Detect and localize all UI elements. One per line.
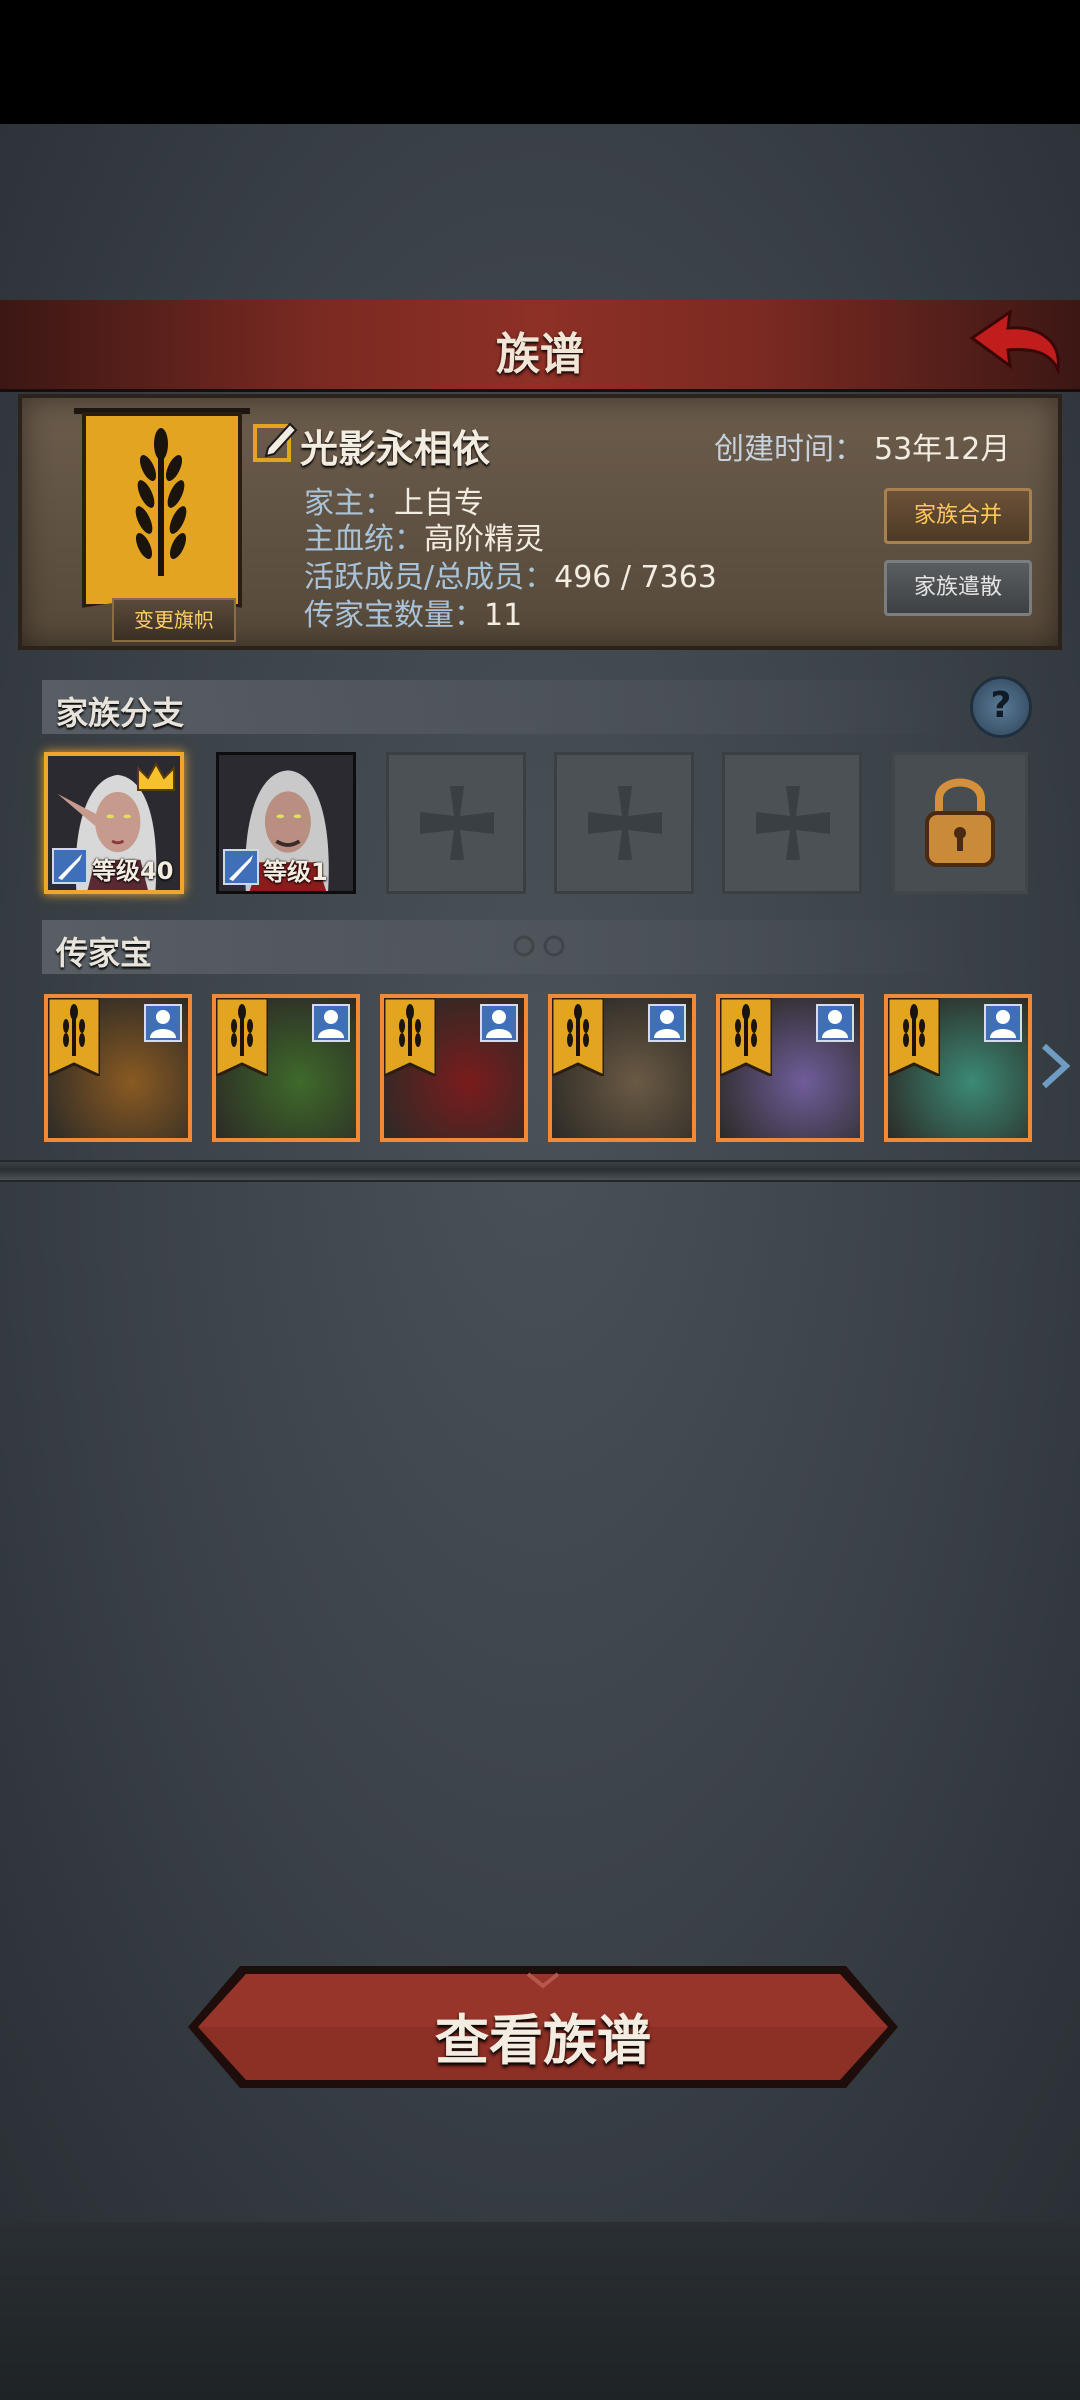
disband-family-button[interactable]: 家族遣散 (884, 560, 1032, 616)
info-row-heirlooms: 传家宝数量：11 (304, 590, 522, 634)
cross-icon (420, 786, 494, 860)
branches-title: 家族分支 (56, 694, 185, 732)
created-time-value: 53年12月 (874, 432, 1011, 467)
heirloom-slot[interactable] (716, 994, 864, 1142)
family-banner[interactable] (82, 412, 242, 608)
bottom-band (0, 2222, 1080, 2400)
banner-icon (48, 998, 100, 1076)
page-title: 族谱 (496, 329, 584, 380)
chevron-right-icon[interactable] (1040, 1042, 1070, 1090)
heirlooms-title: 传家宝 (56, 934, 153, 972)
edit-name-icon[interactable] (252, 418, 298, 464)
sword-icon (223, 849, 259, 885)
banner-icon (720, 998, 772, 1076)
level-label: 等级40 (92, 857, 174, 885)
family-name: 光影永相依 (300, 427, 491, 471)
banner-icon (216, 998, 268, 1076)
person-icon (312, 1004, 350, 1042)
crown-icon (137, 762, 175, 791)
change-banner-button[interactable]: 变更旗帜 (112, 598, 236, 642)
created-time-label: 创建时间： (714, 432, 864, 467)
empty-branch-slot[interactable] (386, 752, 526, 894)
cross-icon (588, 786, 662, 860)
heirloom-slot[interactable] (380, 994, 528, 1142)
heirloom-slot[interactable] (44, 994, 192, 1142)
heirloom-slot[interactable] (212, 994, 360, 1142)
branch-member-slot[interactable]: 等级40 (44, 752, 184, 894)
info-value: 11 (484, 598, 523, 633)
person-icon (480, 1004, 518, 1042)
person-icon (816, 1004, 854, 1042)
heirloom-slot[interactable] (884, 994, 1032, 1142)
wheat-icon (135, 428, 187, 576)
sword-icon (52, 848, 88, 884)
empty-branch-slot[interactable] (554, 752, 694, 894)
empty-branch-slot[interactable] (722, 752, 862, 894)
cross-icon (756, 786, 830, 860)
person-icon (144, 1004, 182, 1042)
view-family-tree-label: 查看族谱 (435, 2009, 651, 2072)
heirloom-slot[interactable] (548, 994, 696, 1142)
person-icon (984, 1004, 1022, 1042)
locked-branch-slot[interactable] (892, 752, 1028, 894)
branch-member-slot[interactable]: 等级1 (216, 752, 356, 894)
section-divider (0, 1160, 1080, 1182)
help-button[interactable]: ? (970, 676, 1032, 738)
title-bar: 族谱 (0, 300, 1080, 392)
banner-icon (384, 998, 436, 1076)
branches-header: 家族分支 (42, 680, 962, 734)
info-label: 传家宝数量： (304, 598, 484, 633)
banner-icon (888, 998, 940, 1076)
info-value: 496 / 7363 (554, 560, 717, 595)
person-icon (648, 1004, 686, 1042)
lock-icon (925, 778, 995, 867)
banner-icon (552, 998, 604, 1076)
heirlooms-header: 传家宝 (42, 920, 962, 974)
back-arrow-icon[interactable] (966, 308, 1066, 384)
level-label: 等级1 (263, 858, 328, 886)
merge-family-button[interactable]: 家族合并 (884, 488, 1032, 544)
